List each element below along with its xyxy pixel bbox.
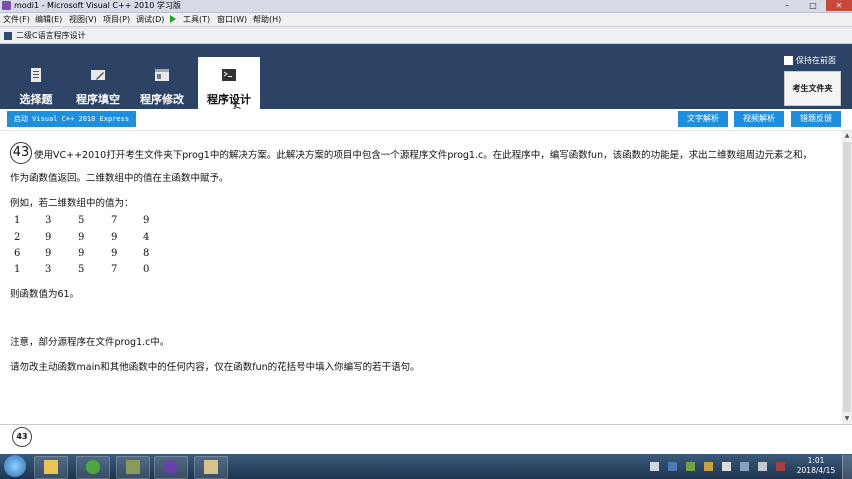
matrix-cell: 4 — [143, 232, 150, 243]
matrix-cell: 9 — [45, 248, 52, 259]
matrix-cell: 5 — [78, 215, 85, 226]
system-clock[interactable]: 1:01 2018/4/15 — [794, 456, 838, 476]
matrix-cell: 9 — [78, 248, 85, 259]
question-footer — [0, 424, 852, 453]
close-button[interactable]: ✕ — [826, 0, 852, 11]
tray-icon[interactable] — [668, 462, 677, 471]
keep-front-label: 保持在前面 — [796, 56, 836, 65]
terminal-icon — [222, 69, 236, 81]
menu-file[interactable]: 文件(F) — [3, 13, 30, 26]
volume-icon[interactable] — [758, 462, 767, 471]
visual-studio-icon — [164, 460, 178, 474]
scroll-thumb[interactable] — [843, 142, 851, 412]
tab-fill-blank-label: 程序填空 — [76, 93, 120, 106]
tab-choice-label: 选择题 — [19, 93, 53, 106]
footer-question-number[interactable]: 43 — [12, 427, 32, 447]
window-title: modi1 - Microsoft Visual C++ 2010 学习版 — [14, 1, 181, 10]
taskbar-app[interactable] — [116, 456, 150, 479]
matrix-cell: 9 — [111, 232, 118, 243]
minimize-button[interactable]: – — [774, 0, 800, 11]
start-button[interactable] — [4, 455, 26, 477]
exam-window-title: 二级C语言程序设计 — [16, 31, 86, 40]
matrix-cell: 0 — [143, 264, 150, 275]
example-intro: 例如，若二维数组中的值为： — [10, 198, 134, 209]
folder-icon — [44, 460, 58, 474]
clock-date: 2018/4/15 — [796, 466, 836, 475]
scroll-down-icon[interactable]: ▼ — [842, 414, 852, 424]
feedback-button[interactable]: 错题反馈 — [791, 111, 841, 127]
menu-help[interactable]: 帮助(H) — [253, 13, 281, 26]
exam-window-titlebar: 二级C语言程序设计 — [0, 29, 852, 44]
document-icon — [31, 68, 41, 82]
menu-debug[interactable]: 调试(D) — [136, 13, 164, 26]
example-matrix: 1 3 5 7 9 2 9 9 9 4 6 9 9 9 8 1 3 5 7 0 — [14, 215, 164, 285]
tray-icon[interactable] — [722, 462, 731, 471]
matrix-cell: 3 — [45, 264, 52, 275]
keep-front-checkbox[interactable] — [784, 56, 793, 65]
matrix-cell: 6 — [14, 248, 21, 259]
keep-front-toggle[interactable]: 保持在前面 — [784, 55, 836, 66]
launch-vc-button[interactable]: 启动 Visual C++ 2010 Express — [7, 111, 136, 127]
tray-icon[interactable] — [704, 462, 713, 471]
matrix-cell: 9 — [45, 232, 52, 243]
tab-fill-blank[interactable]: 程序填空 — [67, 57, 129, 109]
note-text: 注意，部分源程序在文件prog1.c中。 — [10, 337, 170, 348]
menu-tools[interactable]: 工具(T) — [183, 13, 210, 26]
vertical-scrollbar[interactable]: ▲ ▼ — [842, 131, 852, 424]
instruction-text: 请勿改主动函数main和其他函数中的任何内容，仅在函数fun的花括号中填入你编写… — [10, 362, 420, 373]
menu-bar: 文件(F) 编辑(E) 视图(V) 项目(P) 调试(D) 工具(T) 窗口(W… — [0, 13, 852, 27]
matrix-cell: 3 — [45, 215, 52, 226]
tab-design[interactable]: 程序设计 — [198, 57, 260, 109]
app-icon — [126, 460, 140, 474]
browser-icon — [86, 460, 100, 474]
matrix-cell: 9 — [143, 215, 150, 226]
action-center-icon[interactable] — [776, 462, 785, 471]
app-icon — [2, 1, 11, 10]
menu-view[interactable]: 视图(V) — [69, 13, 97, 26]
menu-window[interactable]: 窗口(W) — [217, 13, 247, 26]
matrix-cell: 1 — [14, 264, 21, 275]
tab-design-label: 程序设计 — [207, 93, 251, 106]
taskbar-vcpp[interactable] — [154, 456, 188, 479]
matrix-cell: 2 — [14, 232, 21, 243]
matrix-cell: 7 — [111, 264, 118, 275]
exam-folder-button[interactable]: 考生文件夹 — [784, 71, 841, 106]
result-text: 则函数值为61。 — [10, 289, 80, 300]
text-analysis-button[interactable]: 文字解析 — [678, 111, 728, 127]
run-icon[interactable] — [170, 15, 176, 23]
question-line-1: 使用VC++2010打开考生文件夹下prog1中的解决方案。此解决方案的项目中包… — [34, 150, 813, 161]
network-icon[interactable] — [740, 462, 749, 471]
tab-choice[interactable]: 选择题 — [5, 57, 67, 109]
window-icon — [155, 69, 169, 81]
tray-icon[interactable] — [650, 462, 659, 471]
question-number: 43 — [10, 142, 32, 164]
window-titlebar: modi1 - Microsoft Visual C++ 2010 学习版 – … — [0, 0, 852, 13]
tab-modify-label: 程序修改 — [140, 93, 184, 106]
video-analysis-button[interactable]: 视频解析 — [734, 111, 784, 127]
show-desktop-button[interactable] — [842, 455, 852, 479]
taskbar-exam[interactable] — [194, 456, 228, 479]
matrix-cell: 7 — [111, 215, 118, 226]
menu-project[interactable]: 项目(P) — [103, 13, 130, 26]
edit-icon — [91, 70, 105, 80]
exam-icon — [204, 460, 218, 474]
question-line-2: 作为函数值返回。二维数组中的值在主函数中赋予。 — [10, 173, 229, 184]
maximize-button[interactable]: □ — [800, 0, 826, 11]
menu-edit[interactable]: 编辑(E) — [35, 13, 62, 26]
exam-app-icon — [4, 32, 12, 40]
taskbar-ie[interactable] — [76, 456, 110, 479]
scroll-up-icon[interactable]: ▲ — [842, 131, 852, 141]
clock-time: 1:01 — [807, 456, 825, 465]
matrix-cell: 9 — [78, 232, 85, 243]
tray-icon[interactable] — [686, 462, 695, 471]
tab-modify[interactable]: 程序修改 — [131, 57, 193, 109]
matrix-cell: 9 — [111, 248, 118, 259]
matrix-cell: 8 — [143, 248, 150, 259]
matrix-cell: 1 — [14, 215, 21, 226]
matrix-cell: 5 — [78, 264, 85, 275]
taskbar-explorer[interactable] — [34, 456, 68, 479]
